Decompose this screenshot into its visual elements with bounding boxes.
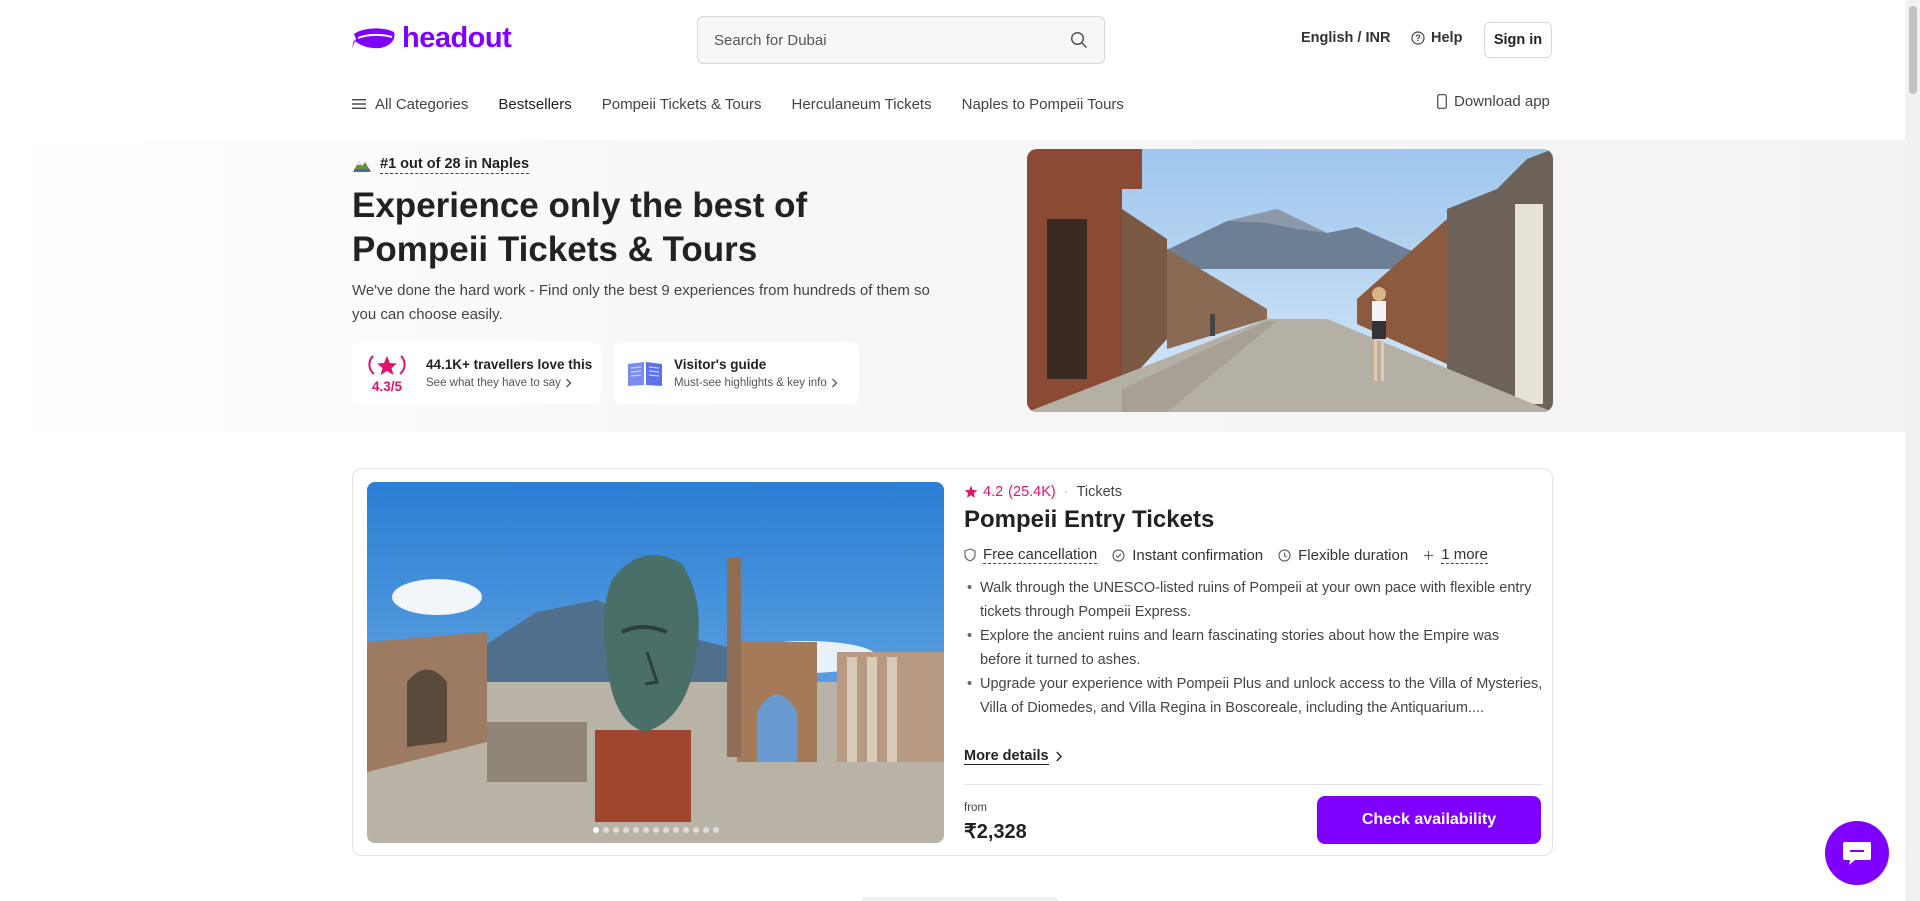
pompeii-street-image bbox=[1027, 149, 1553, 412]
nav-all-categories-label: All Categories bbox=[375, 95, 469, 113]
nav-herculaneum-tickets[interactable]: Herculaneum Tickets bbox=[792, 96, 932, 113]
carousel-dot[interactable] bbox=[622, 827, 629, 833]
traveller-love-title: 44.1K+ travellers love this bbox=[426, 357, 593, 372]
chevron-right-icon bbox=[831, 378, 838, 388]
highlight-item: Upgrade your experience with Pompeii Plu… bbox=[964, 672, 1544, 720]
traveller-love-link[interactable]: See what they have to say bbox=[426, 377, 592, 389]
phone-icon bbox=[1437, 94, 1447, 109]
visitor-guide-card[interactable]: Visitor's guide Must-see highlights & ke… bbox=[614, 342, 859, 404]
traveller-love-card[interactable]: 4.3/5 44.1K+ travellers love this See wh… bbox=[352, 342, 601, 404]
open-book-icon bbox=[628, 362, 662, 386]
plus-icon bbox=[1424, 550, 1434, 560]
divider bbox=[964, 784, 1542, 785]
laurel-star-icon bbox=[368, 354, 406, 375]
product-category: Tickets bbox=[1076, 484, 1122, 500]
nav-pompeii-tickets-tours[interactable]: Pompeii Tickets & Tours bbox=[602, 96, 762, 113]
carousel-dot[interactable] bbox=[702, 827, 709, 833]
search-bar[interactable] bbox=[697, 16, 1105, 64]
carousel-dot[interactable] bbox=[652, 827, 659, 833]
svg-text:?: ? bbox=[1415, 33, 1421, 43]
separator-dot: · bbox=[1063, 484, 1069, 500]
site-header: headout English / INR ? Help Sign in All… bbox=[0, 0, 1905, 140]
feature-instant-confirmation: Instant confirmation bbox=[1112, 547, 1263, 564]
page-scrollbar[interactable] bbox=[1905, 0, 1920, 901]
rating-score: 4.3/5 bbox=[371, 378, 403, 394]
feature-flexible-duration: Flexible duration bbox=[1278, 547, 1408, 564]
blimp-logo-icon bbox=[352, 27, 395, 48]
carousel-dot[interactable] bbox=[632, 827, 639, 833]
carousel-dot[interactable] bbox=[672, 827, 679, 833]
hamburger-icon bbox=[352, 99, 366, 109]
visitor-guide-title: Visitor's guide bbox=[674, 357, 767, 372]
traveller-love-sub: See what they have to say bbox=[426, 377, 561, 389]
next-section-peek bbox=[862, 897, 1058, 901]
language-currency-selector[interactable]: English / INR bbox=[1301, 30, 1390, 46]
chevron-right-icon bbox=[1055, 751, 1062, 762]
price-from-label: from bbox=[964, 802, 987, 814]
nav-bestsellers[interactable]: Bestsellers bbox=[498, 96, 571, 113]
check-circle-icon bbox=[1112, 548, 1125, 562]
search-input[interactable] bbox=[712, 17, 1042, 63]
product-price: ₹2,328 bbox=[964, 821, 1027, 843]
signin-button[interactable]: Sign in bbox=[1484, 22, 1552, 58]
carousel-dots bbox=[367, 827, 944, 833]
feature-label: Instant confirmation bbox=[1132, 546, 1264, 564]
carousel-dot[interactable] bbox=[662, 827, 669, 833]
check-availability-button[interactable]: Check availability bbox=[1317, 796, 1541, 844]
feature-label: Flexible duration bbox=[1298, 546, 1409, 564]
product-image-carousel[interactable] bbox=[367, 482, 944, 843]
rank-badge[interactable]: #1 out of 28 in Naples bbox=[352, 156, 530, 174]
naples-landmark-icon bbox=[353, 161, 371, 172]
product-card[interactable]: 4.2 (25.4K) · Tickets Pompeii Entry Tick… bbox=[352, 468, 1553, 856]
visitor-guide-link[interactable]: Must-see highlights & key info bbox=[674, 377, 838, 389]
rank-text: #1 out of 28 in Naples bbox=[380, 156, 530, 174]
carousel-dot[interactable] bbox=[642, 827, 649, 833]
page-subtitle: We've done the hard work - Find only the… bbox=[352, 282, 930, 323]
feature-label: Free cancellation bbox=[983, 546, 1098, 564]
help-circle-icon: ? bbox=[1411, 31, 1425, 45]
headout-logo[interactable]: headout bbox=[352, 22, 512, 55]
help-link[interactable]: ? Help bbox=[1411, 30, 1462, 46]
category-nav: All Categories Bestsellers Pompeii Ticke… bbox=[352, 92, 1154, 116]
product-rating: 4.2 bbox=[983, 484, 1004, 500]
feature-more[interactable]: 1 more bbox=[1423, 546, 1488, 564]
carousel-dot[interactable] bbox=[712, 827, 719, 833]
more-details-label: More details bbox=[964, 748, 1049, 765]
product-rating-row: 4.2 (25.4K) · Tickets bbox=[964, 484, 1122, 500]
product-review-count[interactable]: (25.4K) bbox=[1008, 484, 1056, 500]
product-highlights: Walk through the UNESCO-listed ruins of … bbox=[964, 576, 1544, 720]
carousel-dot[interactable] bbox=[692, 827, 699, 833]
carousel-dot[interactable] bbox=[682, 827, 689, 833]
carousel-dot[interactable] bbox=[612, 827, 619, 833]
product-features: Free cancellation Instant confirmation F… bbox=[964, 546, 1503, 564]
chat-button[interactable] bbox=[1825, 821, 1889, 885]
hero-section bbox=[0, 140, 1905, 432]
logo-text: headout bbox=[402, 22, 512, 54]
product-title[interactable]: Pompeii Entry Tickets bbox=[964, 506, 1214, 534]
feature-label: 1 more bbox=[1441, 546, 1488, 564]
scrollbar-thumb[interactable] bbox=[1909, 6, 1917, 94]
star-icon bbox=[964, 485, 978, 498]
nav-naples-to-pompeii-tours[interactable]: Naples to Pompeii Tours bbox=[962, 96, 1124, 113]
page-title: Experience only the best of Pompeii Tick… bbox=[352, 186, 808, 269]
chevron-right-icon bbox=[565, 378, 572, 388]
rating-laurel: 4.3/5 bbox=[358, 353, 416, 394]
nav-all-categories[interactable]: All Categories bbox=[352, 96, 468, 113]
search-icon[interactable] bbox=[1070, 31, 1088, 54]
clock-icon bbox=[1278, 548, 1291, 562]
carousel-dot[interactable] bbox=[592, 827, 599, 833]
feature-free-cancellation[interactable]: Free cancellation bbox=[964, 546, 1098, 564]
download-app-label: Download app bbox=[1454, 93, 1550, 110]
highlight-item: Walk through the UNESCO-listed ruins of … bbox=[964, 576, 1544, 624]
chat-bubble-icon bbox=[1843, 842, 1871, 865]
carousel-dot[interactable] bbox=[602, 827, 609, 833]
more-details-link[interactable]: More details bbox=[964, 748, 1063, 765]
help-label: Help bbox=[1431, 30, 1463, 46]
visitor-guide-sub: Must-see highlights & key info bbox=[674, 377, 827, 389]
highlight-item: Explore the ancient ruins and learn fasc… bbox=[964, 624, 1544, 672]
download-app-link[interactable]: Download app bbox=[1437, 93, 1550, 110]
shield-icon bbox=[964, 548, 976, 562]
